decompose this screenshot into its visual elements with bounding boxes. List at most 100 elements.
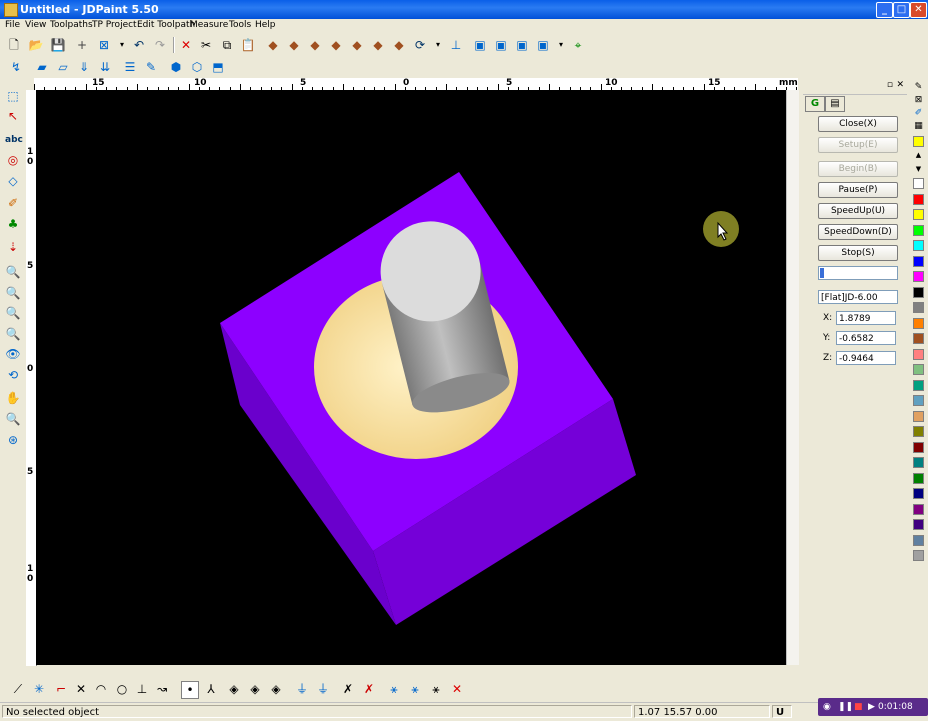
zoom-window-tool-icon[interactable]: 🔍 bbox=[5, 264, 21, 280]
setup-button[interactable]: Setup(E) bbox=[818, 137, 898, 153]
color-swatch[interactable] bbox=[913, 348, 924, 360]
box-shade-icon[interactable]: ▣ bbox=[493, 37, 509, 53]
node-break-icon[interactable]: ⚹ bbox=[428, 681, 444, 697]
recorder-pause-icon[interactable]: ❚❚ bbox=[838, 698, 853, 716]
dropdown-arrow-icon[interactable]: ▾ bbox=[430, 37, 446, 53]
menu-help[interactable]: Help bbox=[255, 20, 276, 30]
panel-restore-icon[interactable]: ▫ bbox=[887, 80, 893, 90]
color-swatch[interactable] bbox=[913, 534, 924, 546]
color-swatch[interactable] bbox=[913, 503, 924, 515]
zoom-all-icon[interactable]: 🔍 bbox=[5, 411, 21, 427]
simulate-step-icon[interactable]: ⬡ bbox=[189, 59, 205, 75]
view-top-icon[interactable]: ◆ bbox=[370, 37, 386, 53]
view-back-icon[interactable]: ◆ bbox=[307, 37, 323, 53]
snap-node-icon[interactable]: ⅄ bbox=[203, 681, 219, 697]
box-render-icon[interactable]: ▣ bbox=[535, 37, 551, 53]
snap-intersect-icon[interactable]: ✕ bbox=[73, 681, 89, 697]
paste-icon[interactable]: 📋 bbox=[240, 37, 256, 53]
tab-geometry[interactable]: G bbox=[805, 96, 825, 112]
crosshair-icon[interactable]: + bbox=[74, 37, 90, 53]
color-swatch[interactable] bbox=[913, 209, 924, 220]
zoom-out-icon[interactable]: 🔍 bbox=[5, 305, 21, 321]
close-sim-button[interactable]: Close(X) bbox=[818, 116, 898, 132]
stop-button[interactable]: Stop(S) bbox=[818, 245, 898, 261]
color-swatch[interactable] bbox=[913, 286, 924, 298]
view-bottom-icon[interactable]: ◆ bbox=[391, 37, 407, 53]
select-icon[interactable]: ⬚ bbox=[5, 88, 21, 104]
snap-center-icon[interactable]: ○ bbox=[114, 681, 130, 697]
text-icon[interactable]: abc bbox=[5, 132, 23, 148]
speedup-button[interactable]: SpeedUp(U) bbox=[818, 203, 898, 219]
box-wire-icon[interactable]: ▣ bbox=[472, 37, 488, 53]
snap-perp-icon[interactable]: ⊥ bbox=[134, 681, 150, 697]
zoom-prev-icon[interactable]: 🔍 bbox=[5, 326, 21, 342]
snap-tangent-icon[interactable]: ↝ bbox=[154, 681, 170, 697]
copy-icon[interactable]: ⧉ bbox=[219, 37, 235, 53]
orbit-icon[interactable]: ⊛ bbox=[5, 432, 21, 448]
color-swatch[interactable] bbox=[913, 395, 924, 406]
measure-icon[interactable]: ⌖ bbox=[570, 37, 586, 53]
view-iso-icon[interactable]: ◆ bbox=[265, 37, 281, 53]
color-swatch[interactable] bbox=[913, 379, 924, 391]
scroll-down-icon[interactable]: ▼ bbox=[913, 164, 924, 175]
color-swatch[interactable] bbox=[913, 364, 924, 375]
tab-simulation[interactable]: ▤ bbox=[825, 96, 845, 112]
plane-xy-icon[interactable]: ⏚ bbox=[294, 681, 310, 697]
trim-delete-icon[interactable]: ✗ bbox=[361, 681, 377, 697]
toolpath-parallel-icon[interactable]: ▰ bbox=[34, 59, 50, 75]
plane-z-icon[interactable]: ⏚ bbox=[315, 681, 331, 697]
snap-corner-icon[interactable]: ⌐ bbox=[53, 681, 69, 697]
pencil-icon[interactable]: ✎ bbox=[913, 82, 924, 93]
color-swatch[interactable] bbox=[913, 302, 924, 313]
view-eye-icon[interactable]: 👁 bbox=[5, 346, 21, 362]
current-color-swatch[interactable] bbox=[913, 136, 924, 147]
recorder-widget[interactable]: ◉ ❚❚ ■ ▶ 0:01:08 bbox=[818, 698, 928, 716]
sculpt-icon[interactable]: ✐ bbox=[5, 195, 21, 211]
viewport-scrollbar[interactable] bbox=[786, 90, 799, 665]
toolpath-drill-icon[interactable]: ⇓ bbox=[76, 59, 92, 75]
recorder-stop-icon[interactable]: ■ bbox=[854, 698, 863, 716]
color-swatch[interactable] bbox=[913, 255, 924, 267]
color-swatch[interactable] bbox=[913, 224, 924, 236]
color-swatch[interactable] bbox=[913, 472, 924, 484]
speeddown-button[interactable]: SpeedDown(D) bbox=[818, 224, 898, 240]
color-swatch[interactable] bbox=[913, 271, 924, 282]
eyedropper-icon[interactable]: ✐ bbox=[913, 108, 924, 119]
pan-hand-icon[interactable]: ✋ bbox=[5, 390, 21, 406]
axes-icon[interactable]: ⊥ bbox=[448, 37, 464, 53]
delete-icon[interactable]: ✕ bbox=[178, 37, 194, 53]
save-icon[interactable]: 💾 bbox=[50, 37, 66, 53]
open-folder-icon[interactable]: 📂 bbox=[28, 37, 44, 53]
maximize-button[interactable]: □ bbox=[893, 2, 910, 18]
measure-tool-icon[interactable]: ⇣ bbox=[5, 239, 21, 255]
node-edit-icon[interactable]: ⚹ bbox=[386, 681, 402, 697]
menu-tools[interactable]: Tools bbox=[229, 20, 251, 30]
toolpath-engrave-icon[interactable]: ⇊ bbox=[97, 59, 113, 75]
color-swatch[interactable] bbox=[913, 441, 924, 453]
recorder-play-icon[interactable]: ▶ bbox=[868, 698, 875, 716]
menu-measure[interactable]: Measure bbox=[190, 20, 228, 30]
output-icon[interactable]: ⬒ bbox=[210, 59, 226, 75]
transform-icon[interactable]: ◇ bbox=[5, 173, 21, 189]
toolpath-wizard-icon[interactable]: ↯ bbox=[8, 59, 24, 75]
menu-tp-project[interactable]: TP Project bbox=[92, 20, 137, 30]
view-front-icon[interactable]: ◆ bbox=[286, 37, 302, 53]
line-icon[interactable]: ⟋ bbox=[10, 681, 26, 697]
view-rotate-icon[interactable]: ⟳ bbox=[412, 37, 428, 53]
begin-button[interactable]: Begin(B) bbox=[818, 161, 898, 177]
color-swatch[interactable] bbox=[913, 550, 924, 561]
color-swatch[interactable] bbox=[913, 488, 924, 499]
snap-grid3-icon[interactable]: ◈ bbox=[268, 681, 284, 697]
menu-file[interactable]: File bbox=[5, 20, 20, 30]
toolpath-list-icon[interactable]: ☰ bbox=[122, 59, 138, 75]
cut-icon[interactable]: ✂ bbox=[198, 37, 214, 53]
menu-edit-toolpath[interactable]: Edit Toolpath bbox=[137, 20, 195, 30]
toolpath-contour-icon[interactable]: ▱ bbox=[55, 59, 71, 75]
panel-close-icon[interactable]: ✕ bbox=[896, 80, 904, 90]
menu-view[interactable]: View bbox=[25, 20, 46, 30]
color-swatch[interactable] bbox=[913, 426, 924, 437]
snap-end-icon[interactable]: ✳ bbox=[31, 681, 47, 697]
color-swatch[interactable] bbox=[913, 178, 924, 189]
view-left-icon[interactable]: ◆ bbox=[328, 37, 344, 53]
dropdown-arrow-icon[interactable]: ▾ bbox=[114, 37, 130, 53]
